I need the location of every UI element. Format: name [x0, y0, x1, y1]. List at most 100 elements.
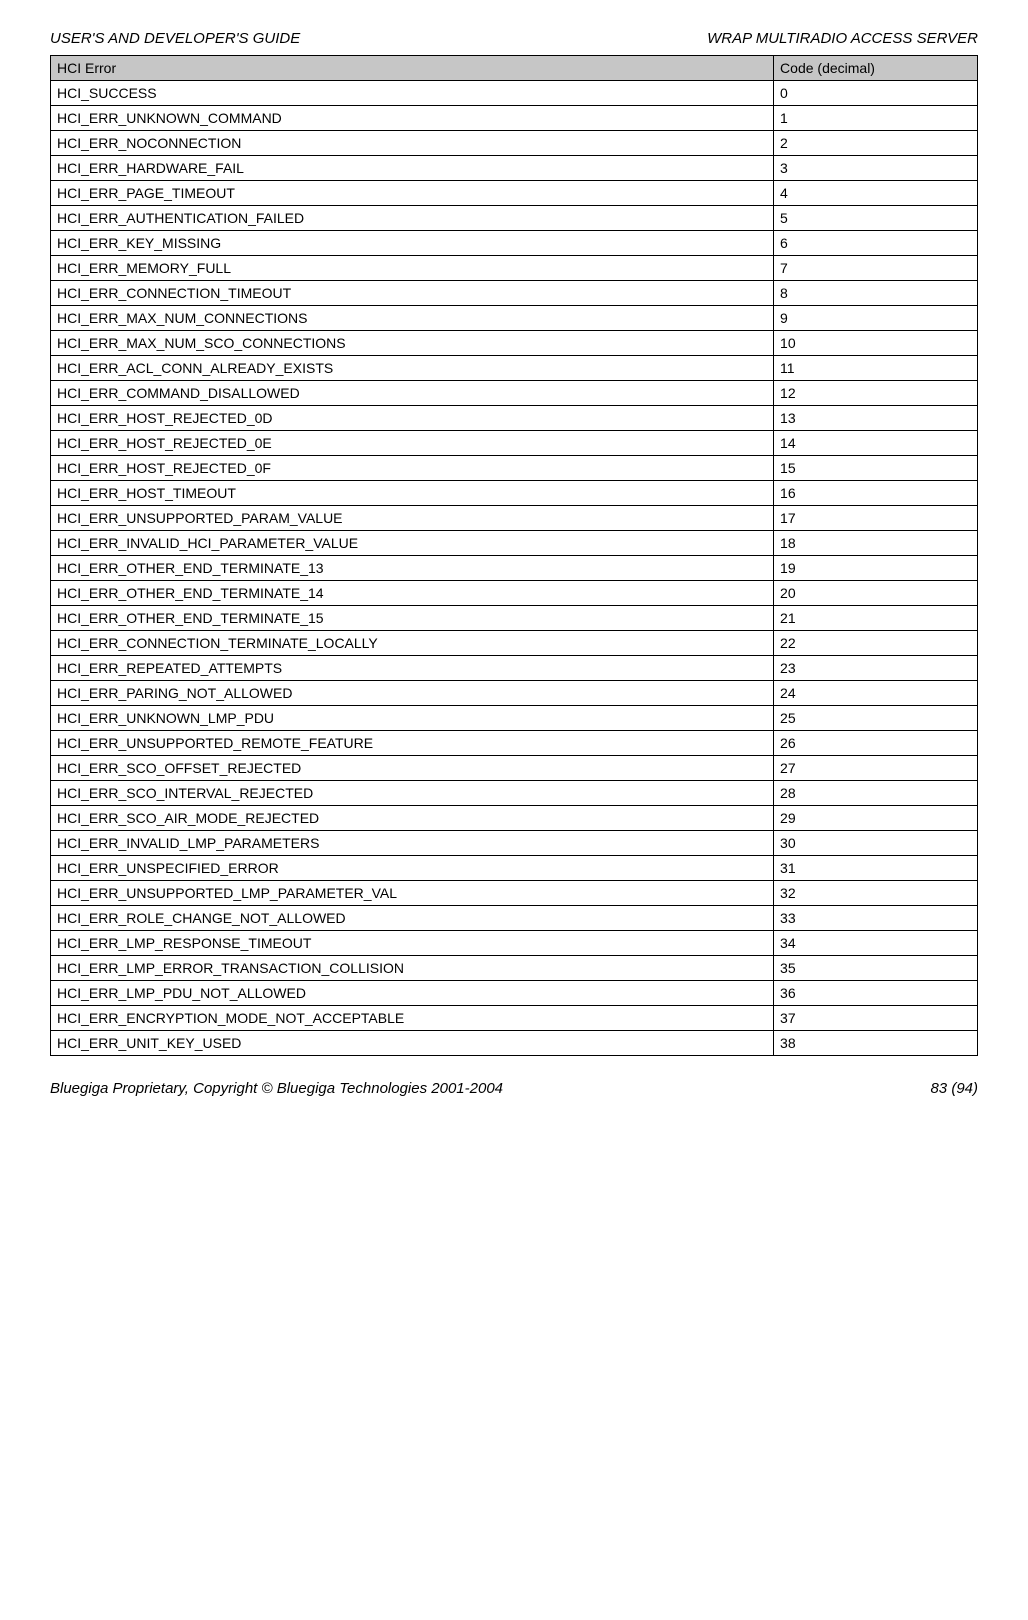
cell-error: HCI_ERR_PARING_NOT_ALLOWED	[51, 681, 774, 706]
cell-code: 18	[774, 531, 978, 556]
table-row: HCI_ERR_COMMAND_DISALLOWED12	[51, 381, 978, 406]
cell-error: HCI_ERR_ACL_CONN_ALREADY_EXISTS	[51, 356, 774, 381]
table-row: HCI_ERR_REPEATED_ATTEMPTS23	[51, 656, 978, 681]
table-row: HCI_ERR_AUTHENTICATION_FAILED5	[51, 206, 978, 231]
cell-code: 36	[774, 981, 978, 1006]
cell-code: 7	[774, 256, 978, 281]
cell-code: 12	[774, 381, 978, 406]
table-row: HCI_ERR_UNSUPPORTED_REMOTE_FEATURE26	[51, 731, 978, 756]
cell-error: HCI_ERR_HOST_REJECTED_0F	[51, 456, 774, 481]
table-row: HCI_ERR_PARING_NOT_ALLOWED24	[51, 681, 978, 706]
cell-code: 28	[774, 781, 978, 806]
cell-code: 32	[774, 881, 978, 906]
table-row: HCI_ERR_INVALID_HCI_PARAMETER_VALUE18	[51, 531, 978, 556]
table-row: HCI_ERR_NOCONNECTION2	[51, 131, 978, 156]
cell-error: HCI_ERR_UNSUPPORTED_PARAM_VALUE	[51, 506, 774, 531]
cell-error: HCI_ERR_UNKNOWN_LMP_PDU	[51, 706, 774, 731]
header-right: WRAP MULTIRADIO ACCESS SERVER	[707, 30, 978, 47]
table-row: HCI_ERR_LMP_ERROR_TRANSACTION_COLLISION3…	[51, 956, 978, 981]
cell-code: 14	[774, 431, 978, 456]
table-row: HCI_ERR_LMP_RESPONSE_TIMEOUT34	[51, 931, 978, 956]
cell-error: HCI_ERR_AUTHENTICATION_FAILED	[51, 206, 774, 231]
table-row: HCI_ERR_HOST_REJECTED_0D13	[51, 406, 978, 431]
cell-error: HCI_ERR_MEMORY_FULL	[51, 256, 774, 281]
cell-code: 1	[774, 106, 978, 131]
cell-code: 16	[774, 481, 978, 506]
cell-code: 21	[774, 606, 978, 631]
table-row: HCI_ERR_MEMORY_FULL7	[51, 256, 978, 281]
cell-error: HCI_ERR_UNSPECIFIED_ERROR	[51, 856, 774, 881]
cell-error: HCI_ERR_HOST_REJECTED_0E	[51, 431, 774, 456]
table-row: HCI_ERR_OTHER_END_TERMINATE_1420	[51, 581, 978, 606]
cell-code: 35	[774, 956, 978, 981]
cell-code: 10	[774, 331, 978, 356]
cell-error: HCI_ERR_HOST_REJECTED_0D	[51, 406, 774, 431]
cell-code: 11	[774, 356, 978, 381]
cell-error: HCI_SUCCESS	[51, 81, 774, 106]
cell-error: HCI_ERR_LMP_ERROR_TRANSACTION_COLLISION	[51, 956, 774, 981]
cell-code: 27	[774, 756, 978, 781]
hci-error-table: HCI Error Code (decimal) HCI_SUCCESS0HCI…	[50, 55, 978, 1056]
cell-error: HCI_ERR_PAGE_TIMEOUT	[51, 181, 774, 206]
cell-code: 5	[774, 206, 978, 231]
cell-error: HCI_ERR_LMP_PDU_NOT_ALLOWED	[51, 981, 774, 1006]
cell-code: 29	[774, 806, 978, 831]
cell-code: 22	[774, 631, 978, 656]
cell-error: HCI_ERR_INVALID_LMP_PARAMETERS	[51, 831, 774, 856]
cell-code: 15	[774, 456, 978, 481]
table-row: HCI_ERR_OTHER_END_TERMINATE_1521	[51, 606, 978, 631]
cell-code: 30	[774, 831, 978, 856]
cell-code: 25	[774, 706, 978, 731]
col-header-code: Code (decimal)	[774, 56, 978, 81]
cell-error: HCI_ERR_OTHER_END_TERMINATE_13	[51, 556, 774, 581]
table-row: HCI_ERR_MAX_NUM_CONNECTIONS9	[51, 306, 978, 331]
table-row: HCI_ERR_ACL_CONN_ALREADY_EXISTS11	[51, 356, 978, 381]
footer-left: Bluegiga Proprietary, Copyright © Bluegi…	[50, 1080, 503, 1097]
cell-error: HCI_ERR_ENCRYPTION_MODE_NOT_ACCEPTABLE	[51, 1006, 774, 1031]
table-row: HCI_ERR_HARDWARE_FAIL3	[51, 156, 978, 181]
cell-error: HCI_ERR_REPEATED_ATTEMPTS	[51, 656, 774, 681]
table-row: HCI_ERR_UNSPECIFIED_ERROR31	[51, 856, 978, 881]
table-row: HCI_ERR_ROLE_CHANGE_NOT_ALLOWED33	[51, 906, 978, 931]
cell-code: 38	[774, 1031, 978, 1056]
cell-code: 13	[774, 406, 978, 431]
table-row: HCI_ERR_SCO_INTERVAL_REJECTED28	[51, 781, 978, 806]
cell-error: HCI_ERR_OTHER_END_TERMINATE_15	[51, 606, 774, 631]
table-row: HCI_ERR_HOST_REJECTED_0E14	[51, 431, 978, 456]
cell-code: 31	[774, 856, 978, 881]
table-row: HCI_ERR_PAGE_TIMEOUT4	[51, 181, 978, 206]
header-left: USER'S AND DEVELOPER'S GUIDE	[50, 30, 300, 47]
cell-error: HCI_ERR_UNSUPPORTED_LMP_PARAMETER_VAL	[51, 881, 774, 906]
cell-code: 4	[774, 181, 978, 206]
cell-code: 3	[774, 156, 978, 181]
cell-error: HCI_ERR_SCO_OFFSET_REJECTED	[51, 756, 774, 781]
cell-error: HCI_ERR_COMMAND_DISALLOWED	[51, 381, 774, 406]
cell-error: HCI_ERR_OTHER_END_TERMINATE_14	[51, 581, 774, 606]
table-row: HCI_ERR_ENCRYPTION_MODE_NOT_ACCEPTABLE37	[51, 1006, 978, 1031]
table-row: HCI_ERR_LMP_PDU_NOT_ALLOWED36	[51, 981, 978, 1006]
table-row: HCI_ERR_SCO_AIR_MODE_REJECTED29	[51, 806, 978, 831]
cell-code: 20	[774, 581, 978, 606]
table-row: HCI_ERR_UNIT_KEY_USED38	[51, 1031, 978, 1056]
table-row: HCI_ERR_INVALID_LMP_PARAMETERS30	[51, 831, 978, 856]
col-header-error: HCI Error	[51, 56, 774, 81]
page-header: USER'S AND DEVELOPER'S GUIDE WRAP MULTIR…	[50, 30, 978, 47]
table-row: HCI_ERR_OTHER_END_TERMINATE_1319	[51, 556, 978, 581]
cell-code: 23	[774, 656, 978, 681]
cell-code: 24	[774, 681, 978, 706]
cell-error: HCI_ERR_HARDWARE_FAIL	[51, 156, 774, 181]
cell-code: 9	[774, 306, 978, 331]
cell-code: 33	[774, 906, 978, 931]
table-row: HCI_ERR_SCO_OFFSET_REJECTED27	[51, 756, 978, 781]
table-row: HCI_ERR_UNSUPPORTED_LMP_PARAMETER_VAL32	[51, 881, 978, 906]
cell-error: HCI_ERR_UNIT_KEY_USED	[51, 1031, 774, 1056]
cell-error: HCI_ERR_SCO_AIR_MODE_REJECTED	[51, 806, 774, 831]
cell-code: 0	[774, 81, 978, 106]
table-row: HCI_ERR_UNSUPPORTED_PARAM_VALUE17	[51, 506, 978, 531]
footer-right: 83 (94)	[930, 1080, 978, 1097]
cell-error: HCI_ERR_NOCONNECTION	[51, 131, 774, 156]
cell-code: 37	[774, 1006, 978, 1031]
cell-error: HCI_ERR_UNSUPPORTED_REMOTE_FEATURE	[51, 731, 774, 756]
cell-error: HCI_ERR_HOST_TIMEOUT	[51, 481, 774, 506]
cell-code: 8	[774, 281, 978, 306]
